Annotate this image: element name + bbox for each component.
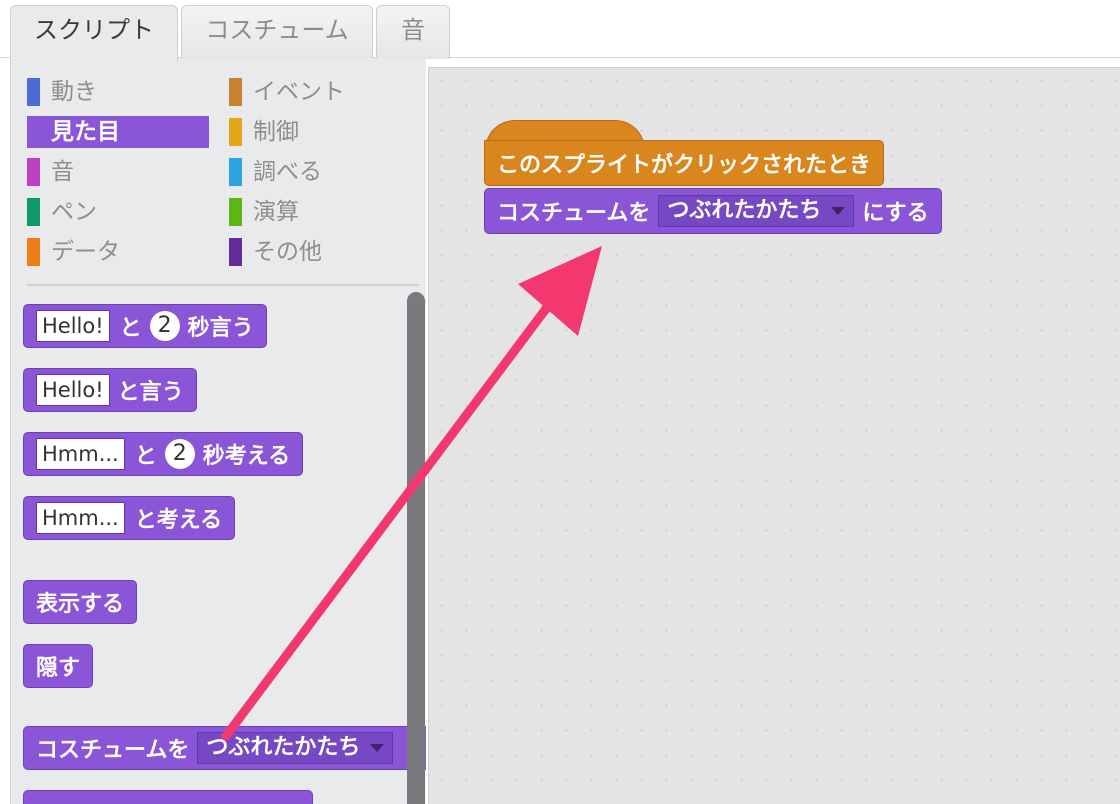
- category-color-swatch: [27, 158, 40, 186]
- category-color-swatch: [27, 78, 40, 106]
- block-show[interactable]: 表示する: [23, 580, 138, 624]
- palette-divider: [27, 284, 419, 286]
- tab-sounds[interactable]: 音: [376, 5, 450, 59]
- block-palette: 動き 見た目 音 ペン データ イベント 制御 調べる 演算 その他 Hello…: [10, 58, 426, 804]
- block-label: 秒言う: [187, 316, 254, 341]
- category-label: イベント: [253, 79, 345, 105]
- block-think[interactable]: Hmm... と考える: [23, 496, 236, 540]
- block-label: にする: [862, 201, 929, 226]
- tab-scripts[interactable]: スクリプト: [10, 5, 178, 61]
- think-text-input[interactable]: Hmm...: [36, 502, 125, 534]
- dropdown-arrow-icon: [831, 207, 846, 215]
- block-say[interactable]: Hello! と言う: [23, 368, 197, 412]
- category-pen[interactable]: ペン: [27, 196, 207, 228]
- block-label: 秒考える: [202, 444, 291, 469]
- category-label: 動き: [51, 79, 97, 105]
- when-sprite-clicked-block[interactable]: このスプライトがクリックされたとき: [484, 140, 885, 186]
- block-next-costume-partial[interactable]: [23, 790, 313, 804]
- switch-costume-block[interactable]: コスチュームを つぶれたかたち にする: [484, 188, 942, 234]
- palette-scrollbar[interactable]: [407, 292, 425, 804]
- category-color-swatch: [27, 238, 40, 266]
- category-label: 制御: [253, 119, 299, 145]
- block-hide[interactable]: 隠す: [23, 644, 94, 688]
- block-label: このスプライトがクリックされたとき: [497, 153, 872, 178]
- tab-costumes[interactable]: コスチューム: [181, 5, 373, 59]
- category-control[interactable]: 制御: [229, 116, 409, 148]
- costume-dropdown-value: つぶれたかたち: [667, 198, 822, 223]
- block-label: と: [119, 316, 142, 341]
- category-data[interactable]: データ: [27, 236, 207, 268]
- category-label: ペン: [51, 199, 97, 225]
- think-text-input[interactable]: Hmm...: [36, 438, 125, 470]
- costume-dropdown[interactable]: つぶれたかたち: [658, 195, 855, 227]
- costume-dropdown[interactable]: つぶれたかたち: [197, 732, 394, 764]
- script-area[interactable]: このスプライトがクリックされたとき コスチュームを つぶれたかたち にする: [428, 67, 1120, 804]
- block-say-for-secs[interactable]: Hello! と 2 秒言う: [23, 304, 267, 348]
- costume-dropdown-value: つぶれたかたち: [206, 735, 361, 760]
- category-color-swatch: [27, 198, 40, 226]
- category-color-swatch: [229, 118, 242, 146]
- block-label: 表示する: [36, 592, 125, 617]
- category-sound[interactable]: 音: [27, 156, 207, 188]
- category-label: 見た目: [51, 119, 120, 145]
- category-label: その他: [253, 239, 322, 265]
- block-label: と言う: [117, 380, 184, 405]
- category-color-swatch: [229, 238, 242, 266]
- say-text-input[interactable]: Hello!: [36, 374, 110, 406]
- dropdown-arrow-icon: [370, 744, 385, 752]
- category-label: データ: [51, 239, 120, 265]
- category-looks[interactable]: 見た目: [27, 116, 209, 148]
- say-text-input[interactable]: Hello!: [36, 310, 110, 342]
- category-operators[interactable]: 演算: [229, 196, 409, 228]
- block-label: と考える: [134, 508, 223, 533]
- block-switch-costume-palette[interactable]: コスチュームを つぶれたかたち: [23, 726, 426, 770]
- category-label: 演算: [253, 199, 299, 225]
- category-color-swatch: [229, 198, 242, 226]
- category-sensing[interactable]: 調べる: [229, 156, 409, 188]
- block-label: 隠す: [36, 656, 81, 681]
- block-label: コスチュームを: [36, 738, 190, 763]
- secs-number-input[interactable]: 2: [149, 311, 180, 341]
- block-think-for-secs[interactable]: Hmm... と 2 秒考える: [23, 432, 304, 476]
- category-label: 調べる: [253, 159, 322, 185]
- category-color-swatch: [229, 158, 242, 186]
- category-color-swatch: [27, 118, 40, 146]
- category-color-swatch: [229, 78, 242, 106]
- category-motion[interactable]: 動き: [27, 76, 207, 108]
- tab-bar: スクリプト コスチューム 音: [0, 0, 1120, 61]
- category-events[interactable]: イベント: [229, 76, 409, 108]
- secs-number-input[interactable]: 2: [164, 439, 195, 469]
- block-label: と: [134, 444, 157, 469]
- category-label: 音: [51, 159, 74, 185]
- category-more-blocks[interactable]: その他: [229, 236, 409, 268]
- block-label: コスチュームを: [497, 201, 651, 226]
